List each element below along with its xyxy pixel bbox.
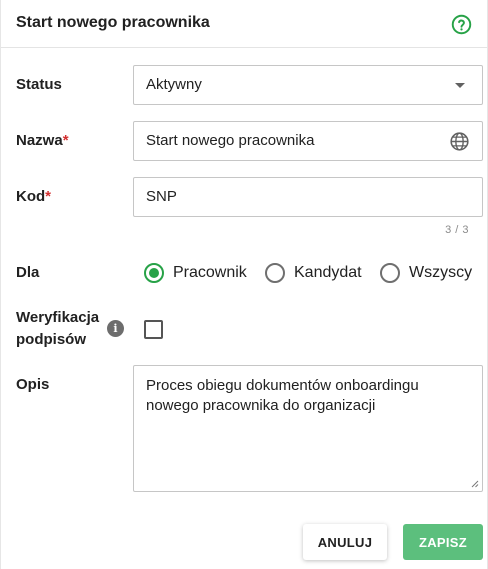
description-textarea[interactable]: Proces obiegu dokumentów onboardingu now… [133,365,483,492]
globe-icon[interactable] [449,131,470,152]
name-input[interactable]: Start nowego pracownika [133,121,483,161]
code-input[interactable]: SNP [133,177,483,217]
radio-label: Wszyscy [409,264,473,281]
status-value: Aktywny [146,76,202,93]
dialog-title: Start nowego pracownika [16,14,210,31]
code-char-counter: 3 / 3 [445,224,469,236]
code-label: Kod* [16,186,51,208]
description-value: Proces obiegu dokumentów onboardingu now… [146,377,419,414]
cancel-button[interactable]: ANULUJ [303,524,387,560]
code-label-text: Kod [16,188,46,205]
radio-option-wszyscy[interactable]: Wszyscy [380,262,472,284]
save-button[interactable]: ZAPISZ [403,524,483,560]
radio-button[interactable] [265,263,285,283]
radio-option-kandydat[interactable]: Kandydat [265,262,362,284]
radio-button[interactable] [144,263,164,283]
help-circle-icon[interactable] [451,14,472,35]
signature-verification-label-line2: podpisów [16,331,86,348]
name-label-text: Nazwa [16,132,63,149]
dialog: Start nowego pracownika Status Aktywny N… [0,0,488,569]
dialog-header: Start nowego pracownika [1,0,487,48]
signature-verification-checkbox[interactable] [144,320,163,339]
resize-handle-icon[interactable] [471,480,479,488]
radio-option-pracownik[interactable]: Pracownik [144,262,247,284]
signature-verification-label-line1: Weryfikacja [16,309,100,326]
required-mark: * [45,188,52,205]
radio-label: Kandydat [294,264,362,281]
name-value: Start nowego pracownika [146,132,315,149]
chevron-down-icon [455,83,465,88]
required-mark: * [62,132,69,149]
radio-button[interactable] [380,263,400,283]
status-select[interactable]: Aktywny [133,65,483,105]
status-label: Status [16,76,62,93]
for-label: Dla [16,264,40,281]
radio-label: Pracownik [173,264,247,281]
info-icon[interactable]: i [107,320,124,337]
name-label: Nazwa* [16,130,69,152]
code-value: SNP [146,188,177,205]
description-label: Opis [16,376,50,393]
